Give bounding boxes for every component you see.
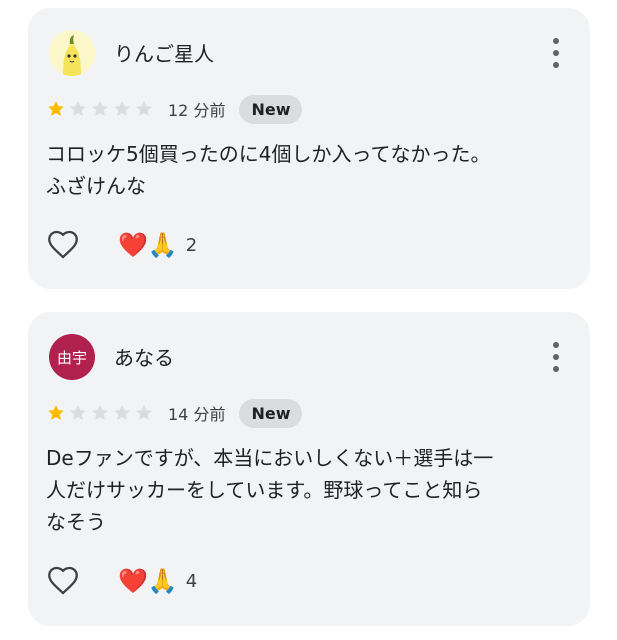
star-empty-icon [114,405,130,420]
star-empty-icon [114,101,130,116]
review-meta: 12 分前 New [46,94,303,124]
review-card: 由宇 あなる 14 分前 New Deファンですが、本当においしくない＋選手は一… [28,312,590,626]
avatar-image-icon [49,30,95,76]
review-text: Deファンですが、本当においしくない＋選手は一 人だけサッカーをしています。野球… [46,442,576,538]
author-name[interactable]: あなる [114,342,174,371]
star-empty-icon [70,405,86,420]
avatar[interactable]: 由宇 [49,334,95,380]
review-actions: ❤️🙏 4 [46,564,197,598]
reaction-emojis: ❤️🙏 [118,567,178,595]
heart-outline-icon[interactable] [46,564,80,598]
review-text-line: Deファンですが、本当においしくない＋選手は一 [46,446,494,470]
reaction-emojis: ❤️🙏 [118,231,178,259]
star-empty-icon [92,101,108,116]
new-badge: New [239,398,303,428]
review-time: 12 分前 [168,101,226,120]
review-text-line: ふざけんな [46,174,146,198]
author-name[interactable]: りんご星人 [114,38,214,67]
review-text-line: なそう [46,510,106,534]
review-time: 14 分前 [168,405,226,424]
reaction-count: 4 [185,570,198,592]
new-badge: New [239,94,303,124]
star-empty-icon [136,405,152,420]
reactions[interactable]: ❤️🙏 2 [118,231,197,259]
star-empty-icon [136,101,152,116]
more-vert-icon[interactable] [552,342,560,372]
star-filled-icon [48,101,64,116]
review-text-line: コロッケ5個買ったのに4個しか入ってなかった。 [46,142,491,166]
star-empty-icon [92,405,108,420]
avatar[interactable] [49,30,95,76]
star-filled-icon [48,405,64,420]
star-empty-icon [70,101,86,116]
heart-outline-icon[interactable] [46,228,80,262]
more-vert-icon[interactable] [552,38,560,68]
rating-stars [46,403,154,423]
rating-stars [46,99,154,119]
review-meta: 14 分前 New [46,398,303,428]
review-actions: ❤️🙏 2 [46,228,197,262]
review-text: コロッケ5個買ったのに4個しか入ってなかった。 ふざけんな [46,138,576,202]
review-text-line: 人だけサッカーをしています。野球ってこと知ら [46,478,483,502]
review-card: りんご星人 12 分前 New コロッケ5個買ったのに4個しか入ってなかった。 … [28,8,590,289]
reaction-count: 2 [185,234,198,256]
avatar-text: 由宇 [56,348,87,367]
reactions[interactable]: ❤️🙏 4 [118,567,197,595]
